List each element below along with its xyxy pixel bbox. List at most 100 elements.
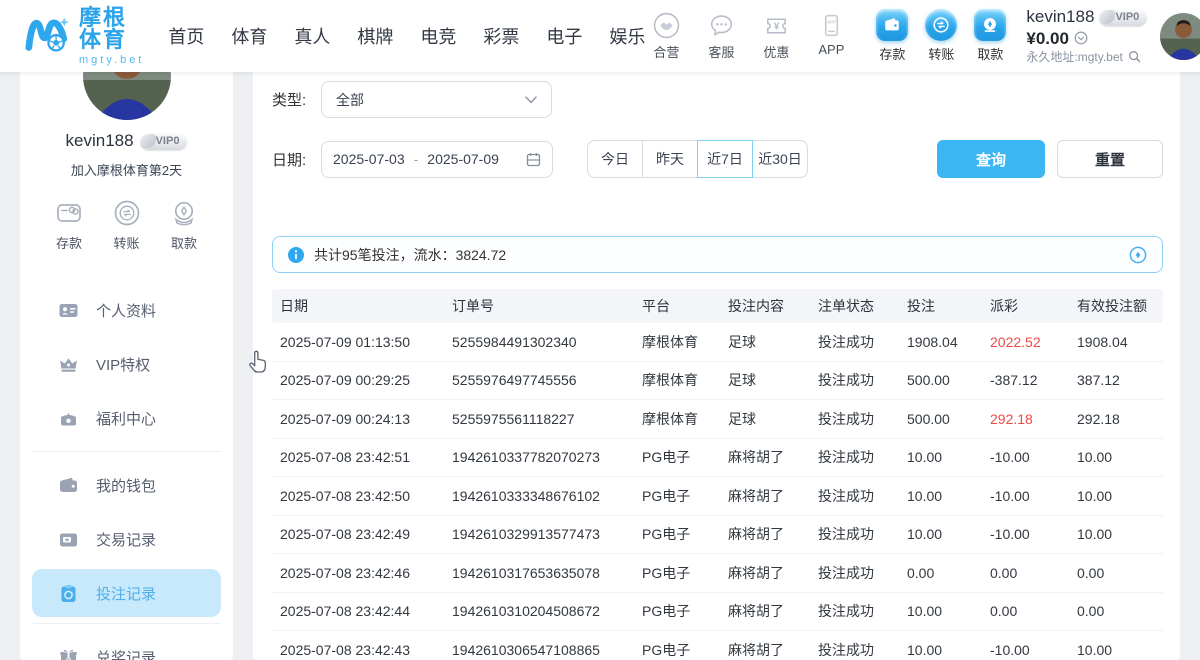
table-row: 2025-07-09 00:24:13 5255975561118227 摩根体…: [272, 400, 1163, 439]
sidebar-item-benefits[interactable]: 福利中心: [32, 391, 221, 445]
sidebar-deposit-button[interactable]: 存款: [54, 198, 84, 252]
table-row: 2025-07-08 23:42:50 1942610333348676102 …: [272, 477, 1163, 516]
cell-time: 2025-07-08 23:42:46: [280, 565, 452, 581]
deposit-button[interactable]: 存款: [876, 9, 908, 63]
cell-platform: 摩根体育: [642, 332, 728, 352]
sidebar-item-wallet[interactable]: 我的钱包: [32, 458, 221, 512]
table-row: 2025-07-08 23:42:43 1942610306547108865 …: [272, 631, 1163, 660]
cell-payout: 2022.52: [990, 334, 1077, 350]
user-info: kevin188 VIP0 ¥0.00 永久地址:mgty.bet: [1026, 7, 1147, 64]
nav-item-entertainment[interactable]: 娱乐: [609, 23, 645, 49]
type-select[interactable]: 全部: [321, 81, 552, 118]
table-row: 2025-07-08 23:42:46 1942610317653635078 …: [272, 554, 1163, 593]
customer-service-link[interactable]: 客服: [700, 12, 742, 61]
nav-item-home[interactable]: 首页: [168, 23, 204, 49]
cell-status: 投注成功: [818, 601, 907, 621]
bet-records-table: 日期 订单号 平台 投注内容 注单状态 投注 派彩 有效投注额 2025-07-…: [272, 289, 1163, 660]
svg-text:¥: ¥: [774, 21, 780, 32]
logo-icon: [24, 13, 70, 59]
cell-bet: 10.00: [907, 526, 990, 542]
wallet-icon: [58, 475, 79, 496]
nav-item-cards[interactable]: 棋牌: [357, 23, 393, 49]
app-download-link[interactable]: APP APP: [810, 12, 852, 61]
sidebar: kevin188 VIP0 加入摩根体育第2天 存款: [20, 72, 233, 660]
top-navbar: 摩根体育 mgty.bet 首页 体育 真人 棋牌 电竞 彩票 电子 娱乐 合营: [0, 0, 1200, 72]
wallet-actions: 存款 转账 取款: [876, 9, 1006, 63]
table-row: 2025-07-09 00:29:25 5255976497745556 摩根体…: [272, 362, 1163, 401]
summary-refresh-icon[interactable]: [1129, 246, 1147, 264]
menu-divider: [32, 623, 221, 624]
search-icon[interactable]: [1128, 50, 1141, 63]
date-label: 日期:: [272, 149, 321, 170]
withdraw-icon: [974, 9, 1006, 41]
customer-service-icon: [708, 12, 735, 39]
nav-item-slots[interactable]: 电子: [546, 23, 582, 49]
brand-logo[interactable]: 摩根体育 mgty.bet: [24, 7, 144, 66]
range-7days-button[interactable]: 近7日: [697, 140, 753, 178]
cell-bet: 500.00: [907, 372, 990, 388]
cell-payout: -10.00: [990, 449, 1077, 465]
cell-bet: 500.00: [907, 411, 990, 427]
cell-order: 1942610306547108865: [452, 642, 642, 658]
nav-item-lottery[interactable]: 彩票: [483, 23, 519, 49]
nav-item-sports[interactable]: 体育: [231, 23, 267, 49]
joined-days: 加入摩根体育第2天: [20, 160, 233, 179]
crown-icon: [58, 354, 79, 375]
cell-payout: 0.00: [990, 603, 1077, 619]
cell-bet: 10.00: [907, 449, 990, 465]
refresh-balance-icon[interactable]: [1074, 31, 1088, 45]
cell-bet: 10.00: [907, 488, 990, 504]
cell-content: 麻将胡了: [728, 524, 818, 544]
brand-domain: mgty.bet: [79, 55, 144, 66]
sidebar-item-transactions[interactable]: 交易记录: [32, 512, 221, 566]
date-range-picker[interactable]: 2025-07-03 - 2025-07-09: [321, 141, 553, 178]
withdraw-button[interactable]: 取款: [974, 9, 1006, 63]
quick-links: 合营 客服 ¥ 优惠 APP: [645, 12, 852, 61]
vip-badge: VIP0: [1099, 9, 1147, 26]
nav-item-esports[interactable]: 电竞: [420, 23, 456, 49]
sidebar-item-vip[interactable]: VIP特权: [32, 337, 221, 391]
range-yesterday-button[interactable]: 昨天: [642, 140, 698, 178]
cell-time: 2025-07-08 23:42:49: [280, 526, 452, 542]
date-filter-row: 日期: 2025-07-03 - 2025-07-09 今日 昨天 近7日 近3…: [272, 140, 1163, 178]
sidebar-item-profile[interactable]: 个人资料: [32, 283, 221, 337]
cell-time: 2025-07-08 23:42:50: [280, 488, 452, 504]
partner-link[interactable]: 合营: [645, 12, 687, 61]
cell-content: 足球: [728, 409, 818, 429]
cell-platform: PG电子: [642, 524, 728, 544]
transfer-icon: [112, 198, 142, 228]
cell-valid: 10.00: [1077, 488, 1163, 504]
transfer-button[interactable]: 转账: [925, 9, 957, 63]
col-status: 注单状态: [818, 296, 907, 316]
promotions-link[interactable]: ¥ 优惠: [755, 12, 797, 61]
cell-valid: 10.00: [1077, 449, 1163, 465]
type-select-value: 全部: [336, 90, 364, 110]
cell-platform: PG电子: [642, 601, 728, 621]
type-label: 类型:: [272, 89, 321, 110]
sidebar-avatar[interactable]: [83, 72, 171, 120]
range-today-button[interactable]: 今日: [587, 140, 643, 178]
brand-name: 摩根体育: [79, 7, 144, 51]
avatar[interactable]: [1160, 13, 1200, 60]
range-30days-button[interactable]: 近30日: [752, 140, 808, 178]
cell-status: 投注成功: [818, 640, 907, 660]
sidebar-username: kevin188: [66, 131, 134, 151]
sidebar-withdraw-button[interactable]: 取款: [169, 198, 199, 252]
sidebar-item-redeem-records[interactable]: R 兑奖记录: [32, 630, 221, 660]
sidebar-item-bet-records[interactable]: 投注记录: [32, 569, 221, 617]
cell-bet: 10.00: [907, 603, 990, 619]
quick-range-group: 今日 昨天 近7日 近30日: [587, 140, 808, 178]
cell-valid: 1908.04: [1077, 334, 1163, 350]
cell-content: 麻将胡了: [728, 601, 818, 621]
col-date: 日期: [280, 296, 452, 316]
cell-valid: 10.00: [1077, 526, 1163, 542]
app-icon: APP: [818, 12, 845, 39]
cell-payout: -387.12: [990, 372, 1077, 388]
query-button[interactable]: 查询: [937, 140, 1045, 178]
sidebar-transfer-button[interactable]: 转账: [112, 198, 142, 252]
nav-item-live[interactable]: 真人: [294, 23, 330, 49]
menu-divider: [32, 451, 221, 452]
table-row: 2025-07-08 23:42:44 1942610310204508672 …: [272, 593, 1163, 632]
transfer-icon: [925, 9, 957, 41]
reset-button[interactable]: 重置: [1057, 140, 1163, 178]
